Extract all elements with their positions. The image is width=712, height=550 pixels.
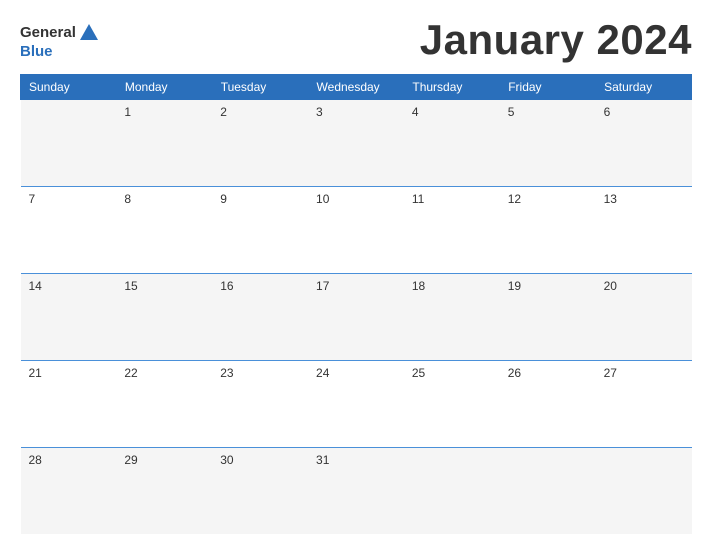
day-number: 24	[316, 366, 329, 380]
calendar-day-cell: 15	[116, 273, 212, 360]
day-number: 28	[29, 453, 42, 467]
calendar-day-cell	[596, 447, 692, 534]
calendar-day-cell: 7	[21, 186, 117, 273]
calendar-week-row: 28 29 30 31	[21, 447, 692, 534]
day-number: 15	[124, 279, 137, 293]
calendar-header-row: SundayMondayTuesdayWednesdayThursdayFrid…	[21, 75, 692, 100]
calendar-day-cell: 30	[212, 447, 308, 534]
day-number: 14	[29, 279, 42, 293]
calendar-day-cell: 2	[212, 100, 308, 187]
calendar-day-cell: 1	[116, 100, 212, 187]
calendar-week-row: 1 2 3 4 5 6	[21, 100, 692, 187]
header: General Blue January 2024	[20, 16, 692, 64]
logo-blue-text: Blue	[20, 44, 102, 59]
calendar-day-header: Saturday	[596, 75, 692, 100]
calendar-week-row: 14 15 16 17 18 19 20	[21, 273, 692, 360]
day-number: 7	[29, 192, 36, 206]
day-number: 8	[124, 192, 131, 206]
calendar-day-cell: 27	[596, 360, 692, 447]
day-number: 9	[220, 192, 227, 206]
logo-general-text: General	[20, 25, 76, 40]
day-number: 6	[604, 105, 611, 119]
calendar-day-cell: 31	[308, 447, 404, 534]
calendar-day-cell: 19	[500, 273, 596, 360]
day-number: 30	[220, 453, 233, 467]
calendar-day-cell: 21	[21, 360, 117, 447]
day-number: 29	[124, 453, 137, 467]
day-number: 11	[412, 192, 424, 206]
day-number: 31	[316, 453, 329, 467]
calendar-title: January 2024	[420, 16, 692, 64]
calendar-day-header: Friday	[500, 75, 596, 100]
calendar-table: SundayMondayTuesdayWednesdayThursdayFrid…	[20, 74, 692, 534]
logo-triangle-icon	[78, 22, 100, 44]
calendar-week-row: 21 22 23 24 25 26 27	[21, 360, 692, 447]
day-number: 23	[220, 366, 233, 380]
calendar-day-cell	[500, 447, 596, 534]
day-number: 17	[316, 279, 329, 293]
calendar-day-cell: 5	[500, 100, 596, 187]
day-number: 26	[508, 366, 521, 380]
calendar-day-cell	[21, 100, 117, 187]
calendar-day-cell: 25	[404, 360, 500, 447]
calendar-day-cell: 13	[596, 186, 692, 273]
day-number: 20	[604, 279, 617, 293]
calendar-day-cell: 26	[500, 360, 596, 447]
calendar-day-cell: 6	[596, 100, 692, 187]
day-number: 18	[412, 279, 425, 293]
day-number: 16	[220, 279, 233, 293]
calendar-day-cell: 9	[212, 186, 308, 273]
calendar-day-cell: 22	[116, 360, 212, 447]
calendar-day-cell: 4	[404, 100, 500, 187]
day-number: 27	[604, 366, 617, 380]
calendar-day-header: Thursday	[404, 75, 500, 100]
day-number: 19	[508, 279, 521, 293]
calendar-day-cell: 18	[404, 273, 500, 360]
calendar-day-cell: 16	[212, 273, 308, 360]
day-number: 4	[412, 105, 419, 119]
calendar-week-row: 7 8 9 10 11 12 13	[21, 186, 692, 273]
calendar-day-cell: 10	[308, 186, 404, 273]
calendar-day-cell: 8	[116, 186, 212, 273]
calendar-day-cell: 28	[21, 447, 117, 534]
day-number: 12	[508, 192, 521, 206]
calendar-day-cell	[404, 447, 500, 534]
calendar-day-cell: 12	[500, 186, 596, 273]
day-number: 21	[29, 366, 42, 380]
calendar-page: General Blue January 2024 SundayMondayTu…	[0, 0, 712, 550]
day-number: 10	[316, 192, 329, 206]
calendar-day-cell: 17	[308, 273, 404, 360]
calendar-day-header: Monday	[116, 75, 212, 100]
day-number: 13	[604, 192, 617, 206]
day-number: 1	[124, 105, 131, 119]
calendar-day-header: Tuesday	[212, 75, 308, 100]
day-number: 2	[220, 105, 227, 119]
calendar-day-cell: 29	[116, 447, 212, 534]
calendar-day-cell: 20	[596, 273, 692, 360]
calendar-day-header: Sunday	[21, 75, 117, 100]
calendar-day-cell: 14	[21, 273, 117, 360]
day-number: 25	[412, 366, 425, 380]
calendar-day-header: Wednesday	[308, 75, 404, 100]
calendar-day-cell: 24	[308, 360, 404, 447]
day-number: 3	[316, 105, 323, 119]
calendar-day-cell: 11	[404, 186, 500, 273]
calendar-day-cell: 23	[212, 360, 308, 447]
day-number: 5	[508, 105, 515, 119]
logo: General Blue	[20, 22, 102, 59]
calendar-day-cell: 3	[308, 100, 404, 187]
day-number: 22	[124, 366, 137, 380]
